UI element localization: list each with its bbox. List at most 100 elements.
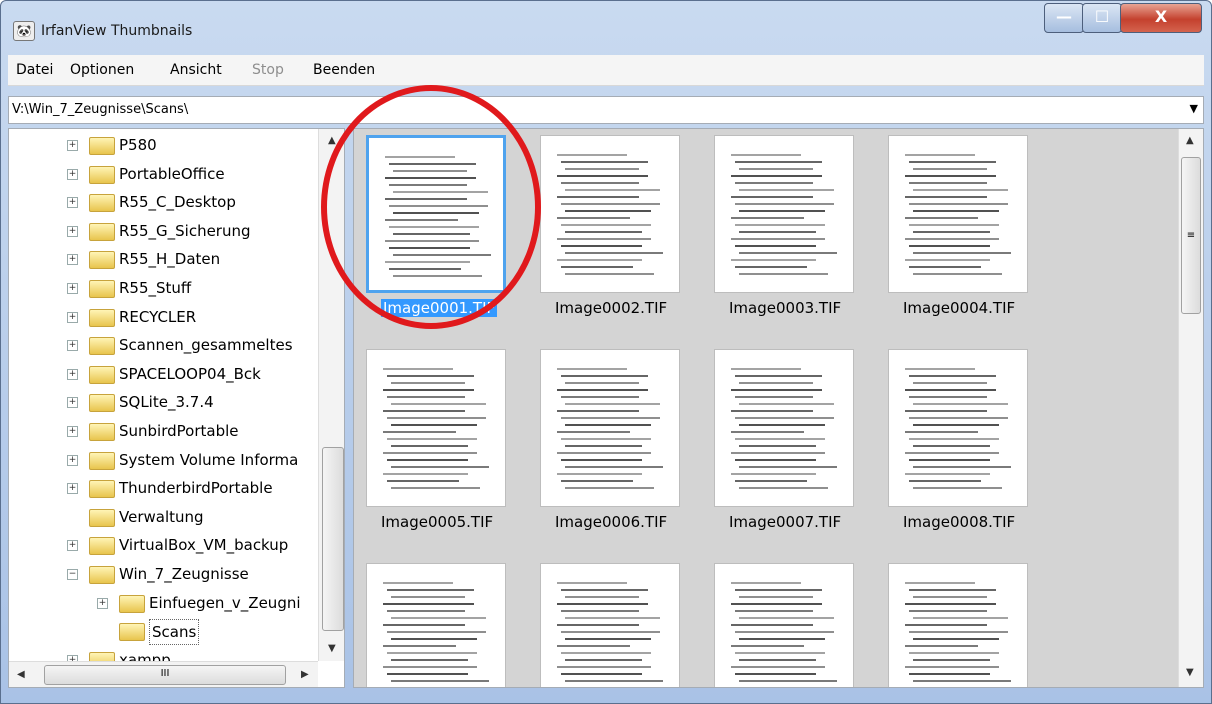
expand-icon[interactable]: + (67, 426, 78, 437)
thumbnail-caption[interactable]: Image0002.TIF (555, 299, 667, 317)
tree-vertical-scroll-thumb[interactable] (322, 447, 344, 631)
thumbnail-image[interactable] (366, 563, 506, 688)
close-button[interactable]: X (1120, 3, 1202, 33)
maximize-button[interactable]: ☐ (1082, 3, 1122, 33)
expand-icon[interactable]: + (67, 454, 78, 466)
thumbnail-image[interactable] (888, 135, 1028, 293)
document-text-line (909, 589, 996, 591)
thumbnail-caption[interactable]: Image0004.TIF (903, 299, 1015, 317)
thumbnail-vertical-scrollbar[interactable]: ▲ ≡ ▼ (1178, 129, 1203, 687)
expand-icon[interactable]: + (67, 140, 78, 151)
document-text-line (913, 189, 1008, 191)
scroll-down-icon[interactable]: ▼ (1186, 667, 1194, 678)
thumbnail-image[interactable] (888, 563, 1028, 687)
expand-icon[interactable]: + (67, 225, 78, 237)
thumbnail-caption[interactable]: Image0001.TIF (381, 299, 498, 317)
expand-icon[interactable]: + (67, 368, 78, 380)
tree-item-label: R55_G_Sicherung (119, 221, 251, 240)
expand-icon[interactable]: + (67, 340, 78, 352)
scroll-left-icon[interactable]: ◀ (17, 669, 25, 680)
thumbnail-image[interactable] (714, 135, 854, 293)
document-text-line (735, 396, 813, 398)
tree-vertical-scrollbar[interactable]: ▲ ▼ (318, 129, 344, 661)
document-text-line (731, 645, 804, 647)
expand-icon[interactable]: + (67, 483, 78, 495)
tree-item-label: PortableOffice (119, 164, 225, 183)
expand-icon[interactable]: − (67, 569, 78, 580)
scroll-up-icon[interactable]: ▲ (1186, 135, 1194, 146)
thumbnail-caption[interactable]: Image0005.TIF (381, 513, 493, 531)
dropdown-arrow-icon[interactable]: ▼ (1190, 102, 1198, 115)
tree-horizontal-scroll-thumb[interactable]: III (44, 665, 286, 685)
document-text-line (383, 666, 477, 668)
scroll-down-icon[interactable]: ▼ (328, 643, 336, 654)
document-text-line (557, 687, 642, 688)
title-bar[interactable]: 🐼 IrfanView Thumbnails — ☐ X (1, 1, 1211, 51)
document-text-line (383, 410, 465, 412)
thumbnail-image[interactable] (366, 135, 506, 293)
document-text-line (905, 431, 978, 433)
thumbnail-vertical-scroll-thumb[interactable]: ≡ (1181, 157, 1201, 314)
document-text-line (557, 389, 648, 391)
folder-icon (119, 594, 145, 613)
scroll-up-icon[interactable]: ▲ (328, 135, 336, 146)
document-text-line (387, 459, 468, 461)
document-text-line (735, 673, 816, 675)
document-text-line (561, 161, 648, 163)
document-text-line (385, 240, 479, 242)
folder-icon (89, 165, 115, 184)
document-text-line (385, 156, 455, 158)
menu-ansicht[interactable]: Ansicht (170, 62, 222, 78)
expand-icon[interactable]: + (67, 283, 78, 294)
expand-icon[interactable]: + (67, 254, 78, 266)
document-text-line (905, 389, 996, 391)
document-text-line (905, 645, 978, 647)
folder-icon (89, 508, 115, 527)
minimize-button[interactable]: — (1044, 3, 1084, 33)
document-text-line (913, 596, 987, 598)
document-text-line (739, 617, 834, 619)
thumbnail-caption[interactable]: Image0003.TIF (729, 299, 841, 317)
expand-icon[interactable]: + (97, 597, 108, 609)
scroll-right-icon[interactable]: ▶ (301, 669, 309, 680)
document-text-line (393, 275, 482, 277)
thumbnail-image[interactable] (888, 349, 1028, 507)
thumbnail-image[interactable] (714, 563, 854, 687)
thumbnail-image[interactable] (366, 349, 506, 507)
thumbnail-image[interactable] (714, 349, 854, 507)
document-text-line (731, 666, 825, 668)
thumbnail-caption[interactable]: Image0007.TIF (729, 513, 841, 531)
document-text-line (735, 631, 834, 633)
document-text-line (391, 466, 489, 468)
document-text-line (389, 205, 488, 207)
tree-item-label: SPACELOOP04_Bck (119, 364, 261, 383)
document-text-line (739, 168, 813, 170)
expand-icon[interactable]: + (67, 397, 78, 409)
tree-horizontal-scrollbar[interactable]: ◀ III ▶ (9, 661, 318, 687)
document-text-line (385, 198, 467, 200)
thumbnail-image[interactable] (540, 135, 680, 293)
thumbnail-image[interactable] (540, 563, 680, 688)
expand-icon[interactable]: + (67, 197, 78, 209)
expand-icon[interactable]: + (67, 168, 78, 180)
expand-icon[interactable]: + (67, 311, 78, 323)
tree-item-label: System Volume Informa (119, 450, 299, 469)
thumbnail-caption[interactable]: Image0008.TIF (903, 513, 1015, 531)
path-combobox[interactable]: V:\Win_7_Zeugnisse\Scans\ ▼ (8, 96, 1204, 124)
document-text-line (389, 268, 461, 270)
thumbnail-caption[interactable]: Image0006.TIF (555, 513, 667, 531)
menu-optionen[interactable]: Optionen (70, 62, 134, 78)
expand-icon[interactable]: + (67, 540, 78, 552)
menu-beenden[interactable]: Beenden (313, 62, 375, 78)
thumbnail-image[interactable] (540, 349, 680, 507)
menu-datei[interactable]: Datei (16, 62, 53, 78)
document-text-line (565, 680, 663, 682)
document-text-line (731, 217, 804, 219)
document-text-line (387, 610, 465, 612)
document-text-line (565, 617, 660, 619)
document-text-line (561, 224, 651, 226)
document-text-line (383, 687, 468, 688)
folder-icon (89, 308, 115, 327)
document-text-line (735, 652, 825, 654)
document-text-line (913, 638, 999, 640)
